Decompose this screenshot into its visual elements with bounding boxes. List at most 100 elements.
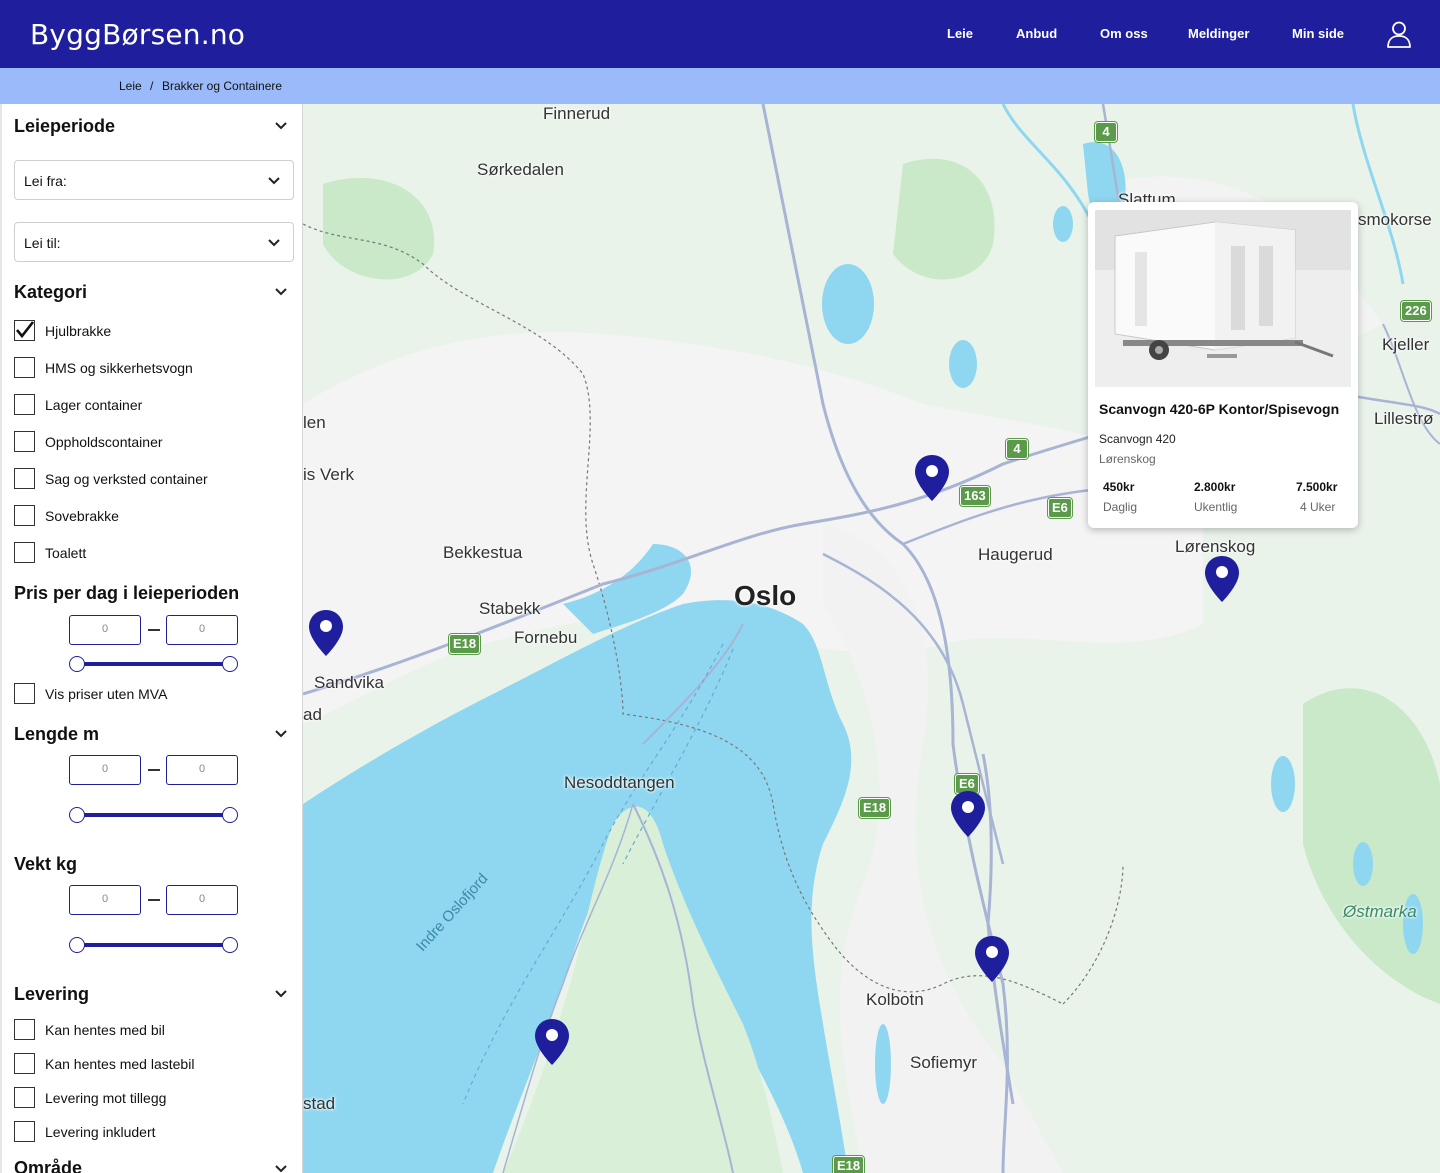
slider-track [77, 943, 230, 947]
map-label: Fornebu [514, 628, 578, 647]
map-pin-icon[interactable] [534, 1018, 570, 1066]
road-shield: 4 [1095, 122, 1117, 142]
checkbox[interactable] [14, 1087, 35, 1108]
map-label: Haugerud [978, 545, 1053, 564]
map-label: len [303, 413, 326, 432]
site-logo[interactable]: ByggBørsen.no [30, 18, 245, 51]
length-range-slider[interactable] [69, 807, 238, 823]
road-shield: E18 [859, 798, 891, 818]
listing-popup-card[interactable]: Scanvogn 420-6P Kontor/Spisevogn Scanvog… [1088, 202, 1358, 528]
weight-min-input[interactable]: 0 [69, 885, 141, 915]
length-min-input[interactable]: 0 [69, 755, 141, 785]
range-dash [148, 769, 160, 771]
road-shield: 226 [1401, 301, 1431, 321]
category-option-sag-og-verksted[interactable]: Sag og verksted container [14, 468, 284, 490]
map-pin-icon[interactable] [1204, 555, 1240, 603]
delivery-option-paid-delivery[interactable]: Levering mot tillegg [14, 1087, 284, 1109]
checkbox[interactable] [14, 542, 35, 563]
chevron-down-icon[interactable] [274, 121, 288, 131]
nav-link-leie[interactable]: Leie [947, 26, 973, 41]
checkbox[interactable] [14, 468, 35, 489]
show-prices-without-vat[interactable]: Vis priser uten MVA [14, 683, 284, 705]
checkbox-label: Toalett [45, 545, 87, 561]
nav-link-anbud[interactable]: Anbud [1016, 26, 1057, 41]
rent-to-select[interactable]: Lei til: [14, 222, 294, 262]
slider-min-handle[interactable] [69, 937, 85, 953]
map-pin-icon[interactable] [914, 454, 950, 502]
nav-link-meldinger[interactable]: Meldinger [1188, 26, 1249, 41]
map-label: Lørenskog [1175, 537, 1256, 556]
category-option-hjulbrakke[interactable]: Hjulbrakke [14, 320, 284, 342]
category-heading: Kategori [14, 282, 88, 302]
slider-min-handle[interactable] [69, 807, 85, 823]
checkbox[interactable] [14, 320, 35, 341]
chevron-down-icon[interactable] [274, 1164, 288, 1173]
map-label: is Verk [303, 465, 355, 484]
price-min-input[interactable]: 0 [69, 615, 141, 645]
slider-min-handle[interactable] [69, 656, 85, 672]
length-max-input[interactable]: 0 [166, 755, 238, 785]
price-daily: 450kr [1103, 480, 1135, 494]
listing-model: Scanvogn 420 [1099, 432, 1176, 446]
slider-max-handle[interactable] [222, 656, 238, 672]
chevron-down-icon[interactable] [274, 729, 288, 739]
checkbox-label: Levering inkludert [45, 1124, 156, 1140]
price-max-input[interactable]: 0 [166, 615, 238, 645]
category-option-lager-container[interactable]: Lager container [14, 394, 284, 416]
checkbox-label: Levering mot tillegg [45, 1090, 167, 1106]
checkbox-label: Vis priser uten MVA [45, 686, 168, 702]
map-label: Sandvika [314, 673, 384, 692]
price-range-slider[interactable] [69, 656, 238, 672]
slider-max-handle[interactable] [222, 937, 238, 953]
weight-heading: Vekt kg [14, 854, 78, 874]
breadcrumb-separator: / [150, 79, 154, 93]
category-option-hms[interactable]: HMS og sikkerhetsvogn [14, 357, 284, 379]
map-pin-icon[interactable] [950, 790, 986, 838]
map-pin-icon[interactable] [974, 935, 1010, 983]
checkbox-label: Hjulbrakke [45, 323, 112, 339]
price-4-weeks-label: 4 Uker [1300, 500, 1336, 514]
breadcrumb-brakker-og-containere[interactable]: Brakker og Containere [162, 79, 282, 93]
nav-link-om-oss[interactable]: Om oss [1100, 26, 1148, 41]
rent-from-select[interactable]: Lei fra: [14, 160, 294, 200]
map-label: Sørkedalen [477, 160, 564, 179]
range-dash [148, 899, 160, 901]
delivery-option-car-pickup[interactable]: Kan hentes med bil [14, 1019, 284, 1041]
map-label: Lillestrø [1374, 409, 1434, 428]
delivery-option-truck-pickup[interactable]: Kan hentes med lastebil [14, 1053, 284, 1075]
category-option-oppholdscontainer[interactable]: Oppholdscontainer [14, 431, 284, 453]
user-icon[interactable] [1385, 20, 1413, 48]
chevron-down-icon [268, 239, 280, 247]
checkbox[interactable] [14, 431, 35, 452]
chevron-down-icon[interactable] [274, 287, 288, 297]
road-shield: E18 [833, 1156, 865, 1173]
price-weekly: 2.800kr [1194, 480, 1236, 494]
listing-image [1095, 210, 1351, 387]
checkbox[interactable] [14, 1053, 35, 1074]
weight-range-slider[interactable] [69, 937, 238, 953]
category-option-toalett[interactable]: Toalett [14, 542, 284, 564]
map-label: Kolbotn [866, 990, 924, 1009]
delivery-option-included[interactable]: Levering inkludert [14, 1121, 284, 1143]
price-heading: Pris per dag i leieperioden [14, 583, 240, 603]
breadcrumb-leie[interactable]: Leie [119, 79, 142, 93]
map-label-oslo: Oslo [734, 580, 797, 611]
weight-max-input[interactable]: 0 [166, 885, 238, 915]
checkbox[interactable] [14, 394, 35, 415]
nav-link-min-side[interactable]: Min side [1292, 26, 1344, 41]
top-navigation-bar: ByggBørsen.no Leie Anbud Om oss Meldinge… [0, 0, 1440, 68]
rent-to-label: Lei til: [24, 235, 61, 251]
chevron-down-icon[interactable] [274, 989, 288, 999]
slider-track [77, 813, 230, 817]
checkbox[interactable] [14, 357, 35, 378]
checkbox[interactable] [14, 1019, 35, 1040]
map-pin-icon[interactable] [308, 609, 344, 657]
checkbox[interactable] [14, 505, 35, 526]
slider-max-handle[interactable] [222, 807, 238, 823]
checkbox[interactable] [14, 683, 35, 704]
checkbox[interactable] [14, 1121, 35, 1142]
road-shield: 163 [960, 486, 990, 506]
checkbox-label: HMS og sikkerhetsvogn [45, 360, 193, 376]
category-option-sovebrakke[interactable]: Sovebrakke [14, 505, 284, 527]
area-heading: Område [14, 1158, 83, 1173]
